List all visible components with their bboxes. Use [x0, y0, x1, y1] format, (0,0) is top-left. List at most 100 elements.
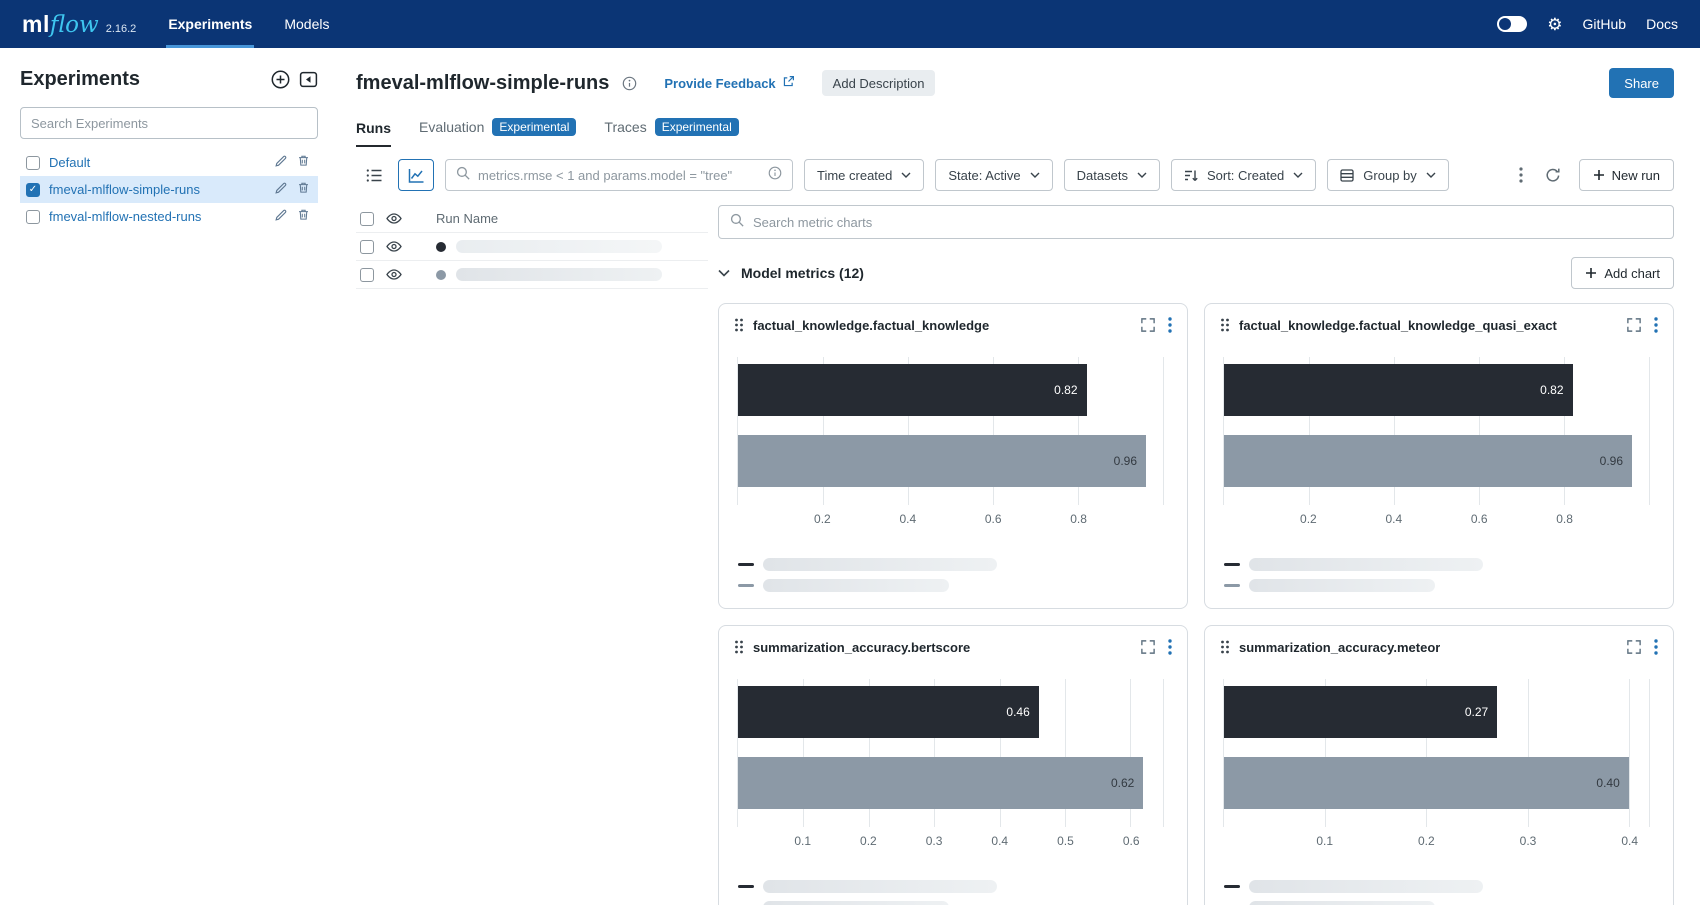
legend-item[interactable] [738, 901, 1172, 905]
metric-bar[interactable]: 0.46 [738, 686, 1039, 738]
rename-experiment-pencil-icon[interactable] [275, 181, 288, 199]
drag-handle-icon[interactable] [734, 318, 744, 332]
section-collapse-chevron-icon[interactable] [718, 269, 730, 277]
list-view-button[interactable] [356, 159, 392, 191]
settings-gear-icon[interactable]: ⚙ [1547, 16, 1562, 33]
provide-feedback-link[interactable]: Provide Feedback [664, 75, 794, 91]
x-tick-label: 0.2 [860, 834, 877, 848]
tab-runs[interactable]: Runs [356, 120, 391, 147]
legend-item[interactable] [1224, 901, 1658, 905]
legend-item[interactable] [1224, 558, 1658, 571]
run-name-redacted[interactable] [456, 240, 662, 253]
x-tick-label: 0.4 [1621, 834, 1639, 848]
x-tick-label: 0.3 [1519, 834, 1537, 848]
legend-item[interactable] [738, 579, 1172, 592]
visibility-eye-icon[interactable] [386, 268, 402, 281]
experiment-item-simple-runs[interactable]: fmeval-mlflow-simple-runs [20, 176, 318, 203]
docs-link[interactable]: Docs [1646, 16, 1678, 32]
drag-handle-icon[interactable] [734, 640, 744, 654]
metric-bar[interactable]: 0.27 [1224, 686, 1498, 738]
new-run-button[interactable]: New run [1578, 159, 1674, 191]
experiment-checkbox[interactable] [26, 209, 40, 224]
model-metrics-section-title[interactable]: Model metrics (12) [741, 265, 864, 281]
legend-item[interactable] [1224, 880, 1658, 893]
legend-item[interactable] [1224, 579, 1658, 592]
run-row[interactable] [356, 261, 708, 289]
experiment-checkbox[interactable] [26, 155, 40, 170]
expand-chart-icon[interactable] [1141, 318, 1155, 332]
metric-bar[interactable]: 0.96 [738, 435, 1146, 487]
delete-experiment-trash-icon[interactable] [297, 208, 310, 226]
chevron-down-icon [1030, 172, 1040, 178]
metric-bar[interactable]: 0.40 [1224, 757, 1629, 809]
run-checkbox[interactable] [360, 267, 374, 282]
visibility-eye-icon[interactable] [386, 212, 402, 225]
runs-toolbar: Time created State: Active Datasets Sort… [356, 159, 1674, 191]
run-row[interactable] [356, 233, 708, 261]
chart-legend [734, 558, 1172, 592]
chart-title: summarization_accuracy.meteor [1239, 639, 1441, 655]
rename-experiment-pencil-icon[interactable] [275, 208, 288, 226]
nav-models[interactable]: Models [282, 0, 331, 48]
group-by-dropdown[interactable]: Group by [1327, 159, 1449, 191]
experiment-checkbox[interactable] [26, 182, 40, 197]
metric-bar[interactable]: 0.82 [1224, 364, 1573, 416]
share-button[interactable]: Share [1609, 68, 1674, 98]
datasets-dropdown[interactable]: Datasets [1063, 159, 1160, 191]
experiment-link[interactable]: fmeval-mlflow-simple-runs [49, 182, 266, 197]
experiment-link[interactable]: Default [49, 155, 266, 170]
chart-menu-kebab-icon[interactable] [1168, 317, 1172, 333]
delete-experiment-trash-icon[interactable] [297, 181, 310, 199]
expand-chart-icon[interactable] [1141, 640, 1155, 654]
tab-evaluation[interactable]: Evaluation Experimental [419, 118, 577, 147]
run-name-redacted[interactable] [456, 268, 662, 281]
rename-experiment-pencil-icon[interactable] [275, 154, 288, 172]
delete-experiment-trash-icon[interactable] [297, 154, 310, 172]
collapse-sidebar-icon[interactable] [299, 70, 318, 89]
expand-chart-icon[interactable] [1627, 318, 1641, 332]
expand-chart-icon[interactable] [1627, 640, 1641, 654]
bar-plot: 0.27 0.40 [1223, 679, 1650, 827]
drag-handle-icon[interactable] [1220, 640, 1230, 654]
bar-value-label: 0.46 [1006, 705, 1030, 719]
experiment-tabs: Runs Evaluation Experimental Traces Expe… [356, 118, 1674, 147]
add-experiment-icon[interactable] [271, 70, 290, 89]
metric-charts-search-input[interactable] [753, 214, 1662, 230]
chart-menu-kebab-icon[interactable] [1654, 317, 1658, 333]
experiments-list: Default fmeval-mlflow-simple-runs [20, 149, 318, 230]
github-link[interactable]: GitHub [1583, 16, 1627, 32]
theme-toggle[interactable] [1497, 16, 1528, 32]
bar-plot: 0.46 0.62 [737, 679, 1164, 827]
runs-filter-input[interactable] [478, 167, 760, 183]
add-description-button[interactable]: Add Description [821, 70, 936, 96]
legend-swatch [1224, 584, 1240, 587]
chart-menu-kebab-icon[interactable] [1654, 639, 1658, 655]
drag-handle-icon[interactable] [1220, 318, 1230, 332]
search-experiments-input[interactable] [20, 107, 318, 139]
legend-item[interactable] [738, 880, 1172, 893]
metric-bar[interactable]: 0.62 [738, 757, 1144, 809]
query-info-icon[interactable] [768, 166, 782, 185]
mlflow-logo[interactable]: ml flow 2.16.2 [22, 11, 136, 38]
metric-bar[interactable]: 0.96 [1224, 435, 1632, 487]
select-all-checkbox[interactable] [360, 211, 374, 226]
more-options-kebab-icon[interactable] [1515, 163, 1527, 187]
x-tick-label: 0.5 [1057, 834, 1074, 848]
visibility-eye-icon[interactable] [386, 240, 402, 253]
metric-bar[interactable]: 0.82 [738, 364, 1087, 416]
refresh-icon[interactable] [1541, 163, 1565, 187]
chart-menu-kebab-icon[interactable] [1168, 639, 1172, 655]
experiment-item-default[interactable]: Default [20, 149, 318, 176]
experiment-info-icon[interactable] [622, 76, 637, 91]
chart-view-button[interactable] [398, 159, 434, 191]
add-chart-button[interactable]: Add chart [1571, 257, 1674, 289]
run-checkbox[interactable] [360, 239, 374, 254]
nav-experiments[interactable]: Experiments [166, 0, 255, 48]
legend-item[interactable] [738, 558, 1172, 571]
experiment-link[interactable]: fmeval-mlflow-nested-runs [49, 209, 266, 224]
time-created-dropdown[interactable]: Time created [804, 159, 925, 191]
sort-dropdown[interactable]: Sort: Created [1170, 159, 1317, 191]
state-dropdown[interactable]: State: Active [935, 159, 1053, 191]
experiment-item-nested-runs[interactable]: fmeval-mlflow-nested-runs [20, 203, 318, 230]
tab-traces[interactable]: Traces Experimental [604, 118, 739, 147]
